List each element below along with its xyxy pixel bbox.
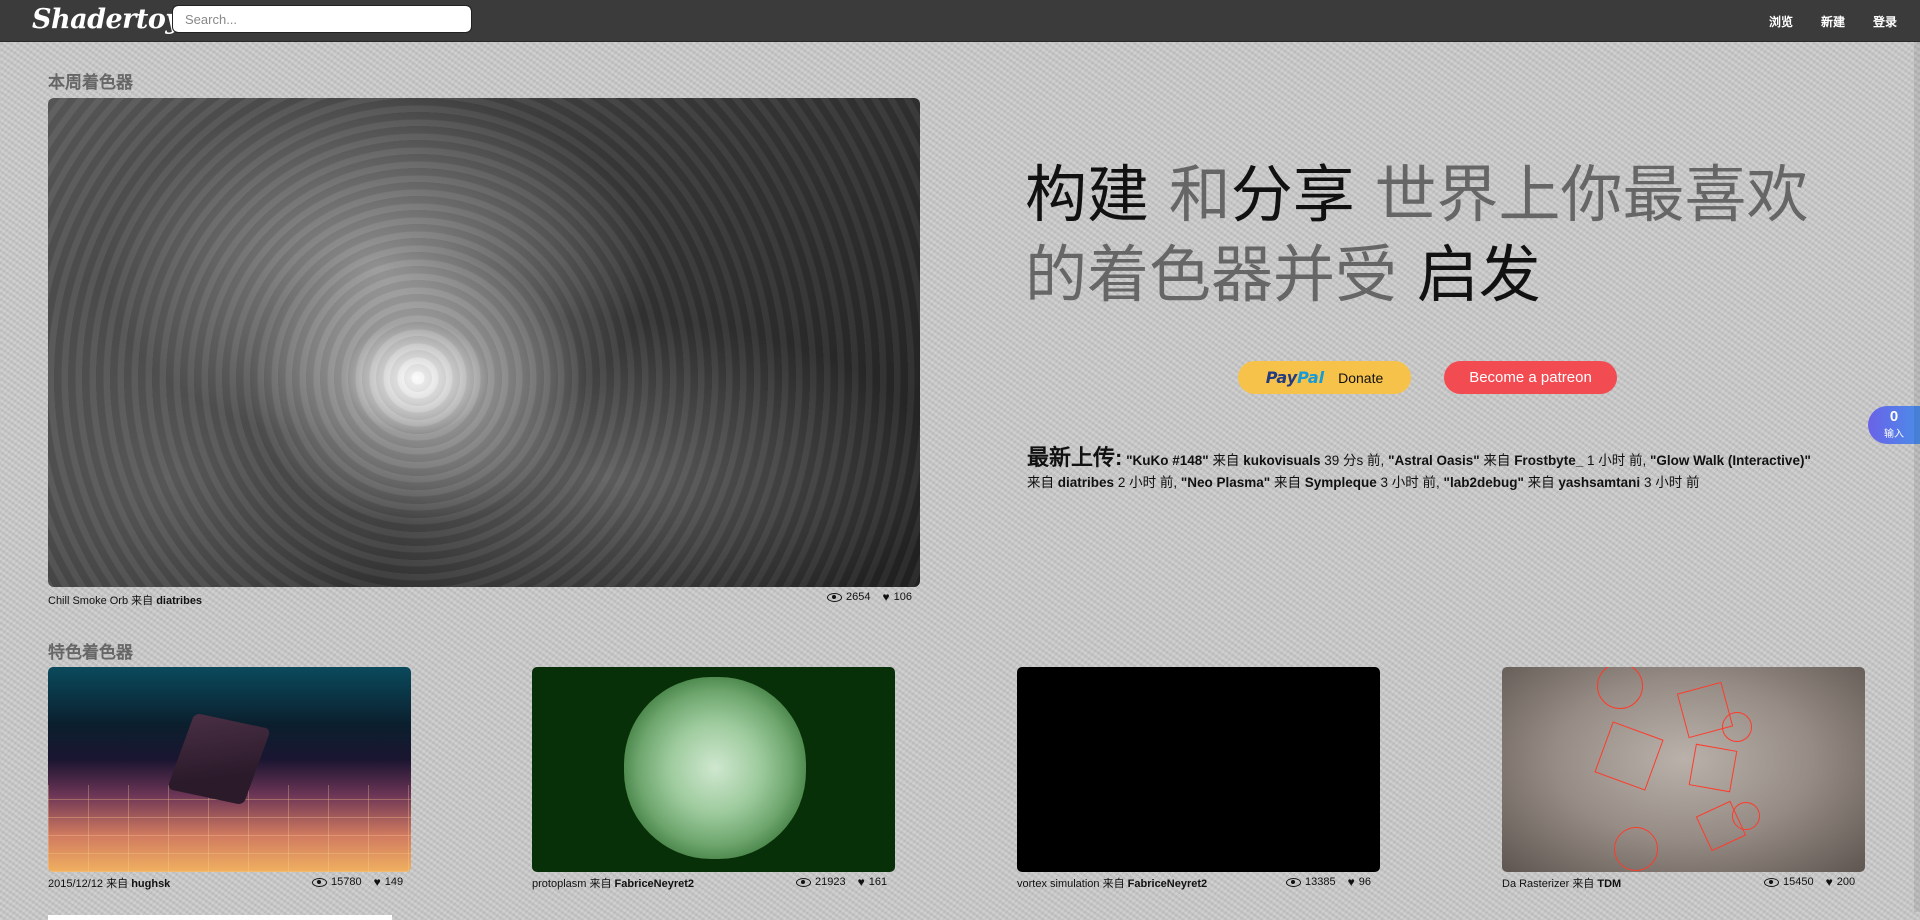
featured-shader-name[interactable]: vortex simulation [1017,878,1100,890]
latest-item: "Astral Oasis" 来自 Frostbyte_ 1 小时 前, [1388,453,1647,468]
featured-author[interactable]: FabriceNeyret2 [1128,878,1208,890]
week-by: 来自 [131,595,154,607]
latest-item: "Neo Plasma" 来自 Sympleque 3 小时 前, [1180,475,1440,490]
featured-caption-2: protoplasm 来自 FabriceNeyret2 [532,878,695,890]
shadertoy-logo[interactable]: Shadertoy [32,4,181,35]
featured-caption-3: vortex simulation 来自 FabriceNeyret2 [1017,878,1208,890]
wire-cube [1594,721,1664,791]
latest-uploads: 最新上传: "KuKo #148" 来自 kukovisuals 39 分s 前… [1027,447,1827,494]
heart-icon: ♥ [882,590,890,604]
featured-shader-name[interactable]: Da Rasterizer [1502,878,1569,890]
shader-of-week-title: 本周着色器 [48,73,133,92]
featured-author[interactable]: TDM [1597,878,1621,890]
week-likes: 106 [893,591,912,603]
latest-shader-link[interactable]: "Glow Walk (Interactive)" [1650,453,1811,468]
heart-icon: ♥ [373,875,381,889]
featured-thumbnail-3[interactable] [1017,667,1380,872]
featured-thumbnail-2[interactable] [532,667,895,872]
donate-label: Donate [1338,369,1384,386]
wire-sphere [1614,827,1658,871]
eye-icon [1286,877,1301,887]
patreon-button[interactable]: Become a patreon [1444,361,1617,394]
featured-thumbnail-1[interactable] [48,667,411,872]
wire-sphere [1732,802,1760,830]
featured-stats-3: 13385 ♥ 96 [1286,875,1371,889]
latest-label: 最新上传: [1027,445,1123,470]
featured-stats-4: 15450 ♥ 200 [1764,875,1855,889]
wire-sphere [1722,712,1752,742]
bottom-highlight-bar [48,915,392,920]
eye-icon [796,877,811,887]
week-caption: Chill Smoke Orb 来自 diatribes [48,592,202,608]
featured-stats-2: 21923 ♥ 161 [796,875,887,889]
protoplasm-blob [624,677,806,859]
latest-author-link[interactable]: Frostbyte_ [1514,453,1583,468]
top-bar: Shadertoy 浏览 新建 登录 [0,0,1920,42]
search-input[interactable] [172,5,472,33]
featured-author[interactable]: FabriceNeyret2 [615,878,695,890]
nav-signin[interactable]: 登录 [1873,13,1897,30]
widget-label: 输入 [1884,429,1904,440]
input-method-widget[interactable]: 0 输入 [1868,406,1920,444]
eye-icon [312,877,327,887]
nav-browse[interactable]: 浏览 [1769,13,1793,30]
hero-word-build: 构建 [1025,158,1150,231]
week-stats: 2654 ♥ 106 [827,590,912,604]
heart-icon: ♥ [1825,875,1833,889]
latest-item: "lab2debug" 来自 yashsamtani 3 小时 前 [1443,475,1700,490]
latest-author-link[interactable]: kukovisuals [1243,453,1320,468]
latest-shader-link[interactable]: "Astral Oasis" [1388,453,1480,468]
latest-author-link[interactable]: yashsamtani [1558,475,1640,490]
latest-item: "KuKo #148" 来自 kukovisuals 39 分s 前, [1126,453,1385,468]
heart-icon: ♥ [1347,875,1355,889]
wire-cube [1688,743,1738,793]
hero-word-and: 和 [1168,158,1231,231]
hero-word-share: 分享 [1230,158,1355,231]
paypal-logo: PayPal [1265,368,1325,387]
week-shader-name[interactable]: Chill Smoke Orb [48,595,128,607]
eye-icon [827,592,842,602]
page-scrollbar[interactable] [1914,42,1920,912]
latest-author-link[interactable]: diatribes [1058,475,1114,490]
featured-title: 特色着色器 [48,643,133,662]
latest-shader-link[interactable]: "Neo Plasma" [1181,475,1270,490]
featured-caption-4: Da Rasterizer 来自 TDM [1502,878,1622,890]
hero-word-inspire: 启发 [1416,238,1541,311]
featured-caption-1: 2015/12/12 来自 hughsk [48,878,171,890]
paypal-donate-button[interactable]: PayPal Donate [1238,361,1411,394]
latest-shader-link[interactable]: "KuKo #148" [1126,453,1209,468]
week-author[interactable]: diatribes [156,595,202,607]
latest-shader-link[interactable]: "lab2debug" [1444,475,1524,490]
widget-count: 0 [1889,408,1899,425]
shader-of-week-preview[interactable] [48,98,920,587]
featured-thumbnail-4[interactable] [1502,667,1865,872]
week-views: 2654 [846,591,871,603]
featured-author[interactable]: hughsk [131,878,170,890]
featured-shader-name[interactable]: 2015/12/12 [48,878,103,890]
wire-sphere [1597,667,1643,709]
latest-author-link[interactable]: Sympleque [1305,475,1377,490]
eye-icon [1764,877,1779,887]
featured-shader-name[interactable]: protoplasm [532,878,586,890]
nav-new[interactable]: 新建 [1821,13,1845,30]
featured-stats-1: 15780 ♥ 149 [312,875,403,889]
hero-tagline: 构建 和分享 世界上你最喜欢的着色器并受 启发 [1025,155,1825,315]
heart-icon: ♥ [857,875,865,889]
